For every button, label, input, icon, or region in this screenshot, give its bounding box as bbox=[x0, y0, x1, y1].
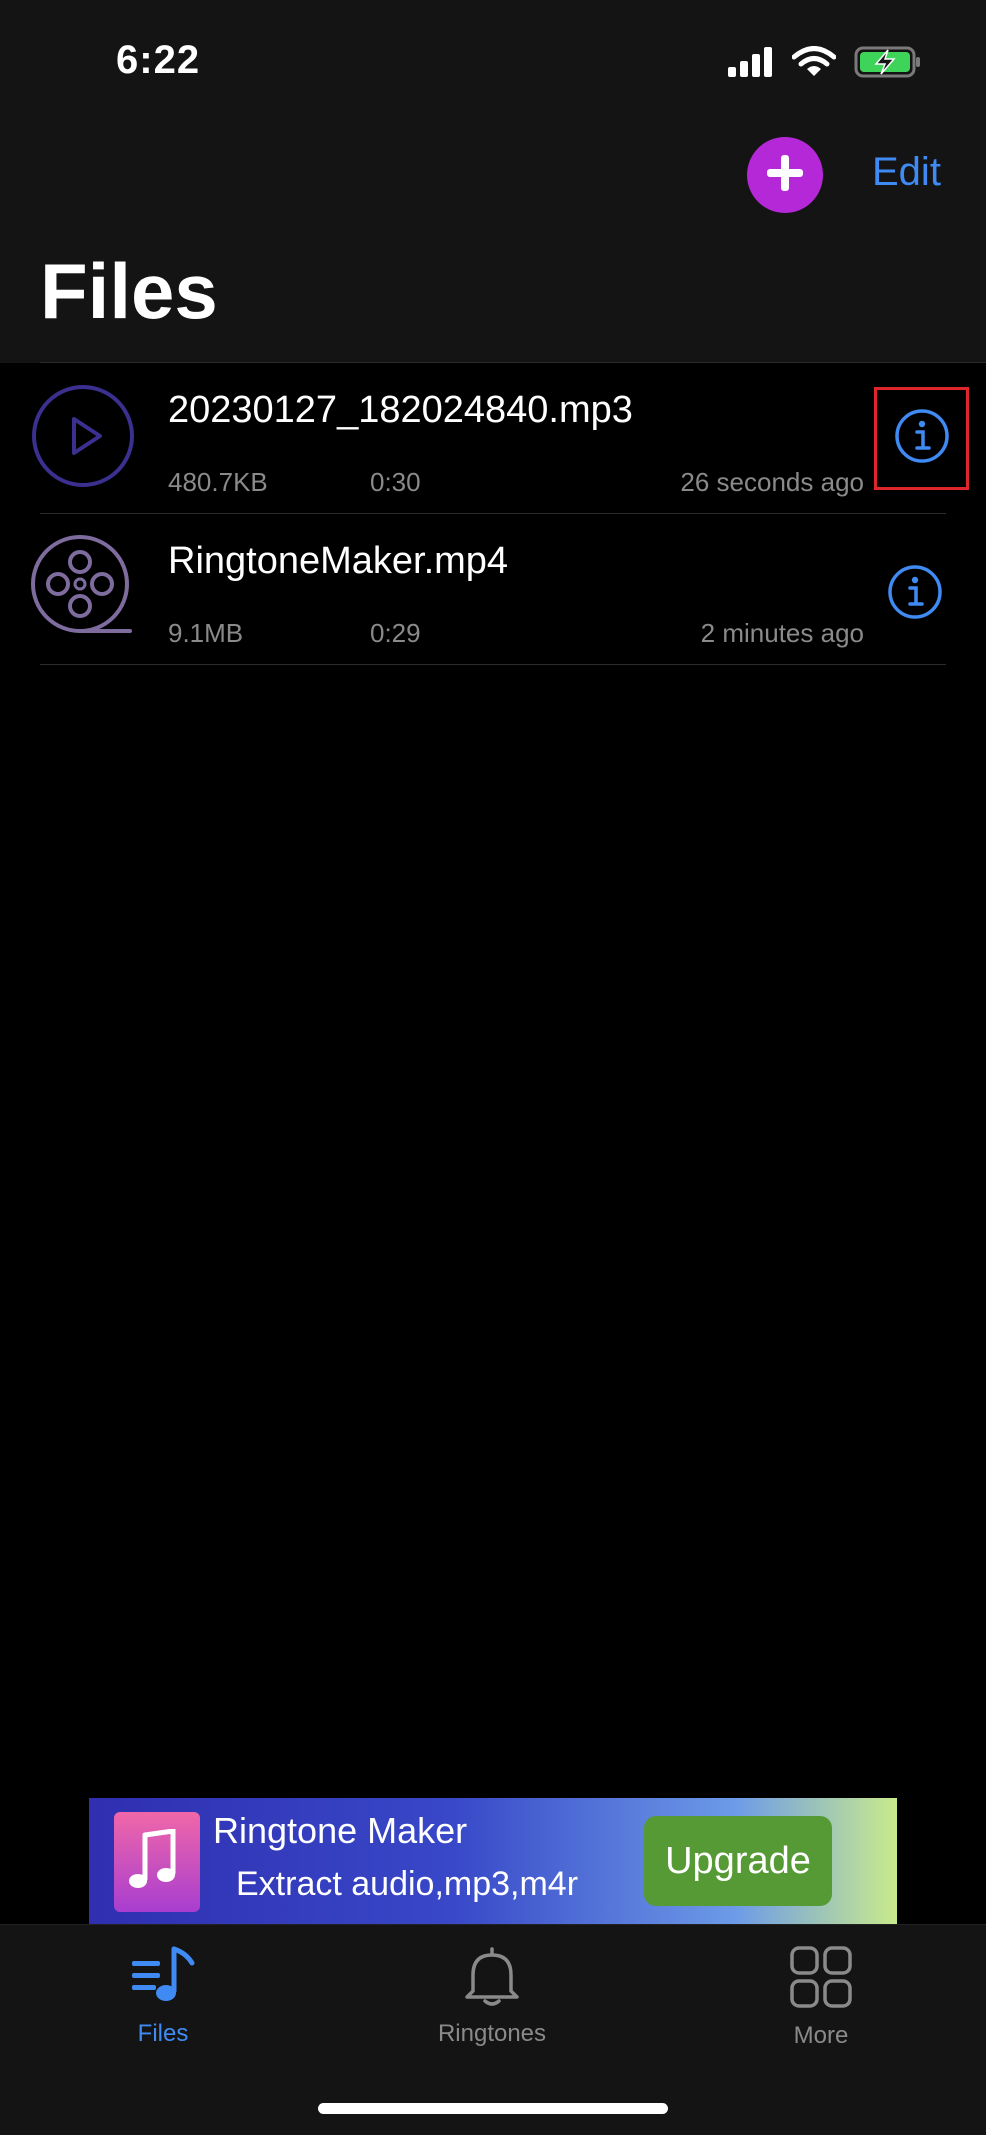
page-title: Files bbox=[40, 247, 218, 335]
file-duration: 0:30 bbox=[370, 467, 421, 497]
tab-label: More bbox=[793, 2022, 849, 2049]
status-icons bbox=[728, 46, 922, 83]
tab-more[interactable]: More bbox=[741, 1945, 901, 2050]
home-indicator[interactable] bbox=[318, 2103, 668, 2114]
file-modified: 26 seconds ago bbox=[680, 467, 864, 497]
battery-charging-icon bbox=[854, 46, 922, 83]
file-size: 480.7KB bbox=[168, 467, 268, 497]
tab-label: Files bbox=[137, 2020, 189, 2047]
upgrade-button[interactable]: Upgrade bbox=[644, 1816, 832, 1906]
file-modified: 2 minutes ago bbox=[700, 618, 864, 648]
info-icon bbox=[894, 408, 950, 469]
ad-title: Ringtone Maker bbox=[213, 1810, 468, 1851]
wifi-icon bbox=[791, 46, 837, 83]
info-button[interactable] bbox=[874, 387, 969, 490]
grid-icon bbox=[789, 1945, 853, 2014]
file-name: 20230127_182024840.mp3 bbox=[168, 389, 633, 431]
signal-icon bbox=[728, 47, 774, 82]
play-icon[interactable] bbox=[28, 381, 138, 491]
info-icon bbox=[887, 564, 943, 625]
tab-files[interactable]: Files bbox=[83, 1945, 243, 2048]
ad-banner[interactable]: Ringtone Maker Extract audio,mp3,m4r Upg… bbox=[89, 1798, 897, 1924]
info-button[interactable] bbox=[875, 554, 955, 634]
bell-icon bbox=[461, 1945, 523, 2012]
file-name: RingtoneMaker.mp4 bbox=[168, 540, 509, 582]
file-size: 9.1MB bbox=[168, 618, 244, 648]
music-note-icon bbox=[114, 1812, 200, 1912]
plus-icon bbox=[763, 151, 807, 200]
file-row[interactable]: 20230127_182024840.mp3 480.7KB 0:30 26 s… bbox=[0, 363, 986, 513]
add-file-button[interactable] bbox=[747, 137, 823, 213]
tab-label: Ringtones bbox=[437, 2020, 547, 2047]
top-navigation-bar: 6:22 Edit Files bbox=[0, 0, 986, 363]
divider bbox=[40, 664, 946, 665]
file-duration: 0:29 bbox=[370, 618, 421, 648]
ad-subtitle: Extract audio,mp3,m4r bbox=[236, 1865, 579, 1903]
tab-ringtones[interactable]: Ringtones bbox=[412, 1945, 572, 2048]
film-reel-icon[interactable] bbox=[28, 532, 138, 642]
status-time: 6:22 bbox=[116, 38, 201, 82]
file-row[interactable]: RingtoneMaker.mp4 9.1MB 0:29 2 minutes a… bbox=[0, 514, 986, 664]
music-list-icon bbox=[130, 1945, 196, 2012]
edit-button[interactable]: Edit bbox=[872, 150, 941, 195]
